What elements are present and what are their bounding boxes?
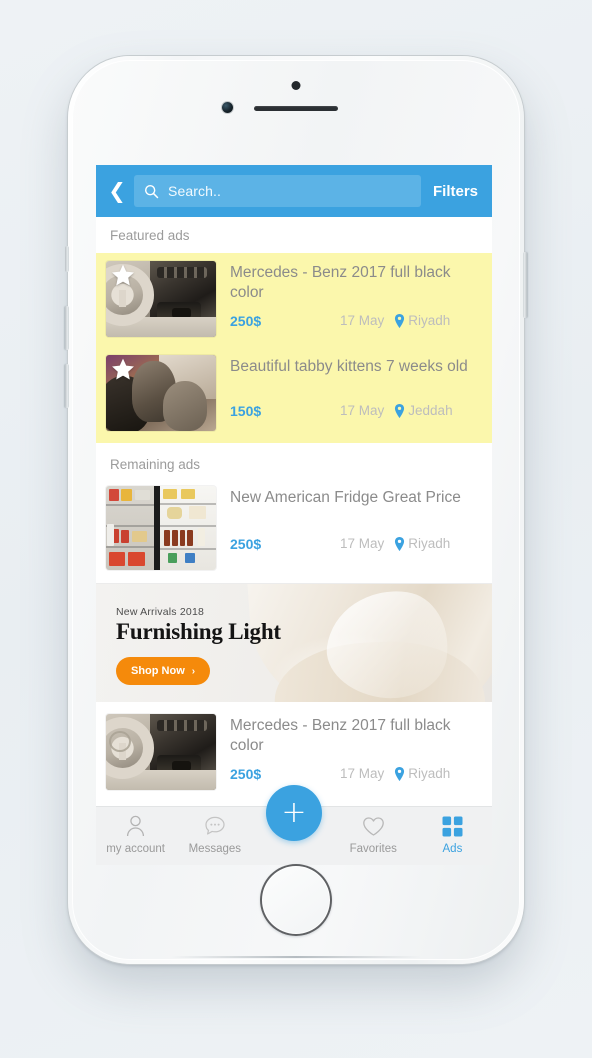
ad-details: Beautiful tabby kittens 7 weeks old 150$… — [216, 355, 480, 419]
tab-label: Messages — [188, 843, 242, 855]
promo-kicker: New Arrivals 2018 — [116, 606, 205, 618]
ad-location-text: Riyadh — [408, 313, 451, 329]
ad-location: Riyadh — [394, 766, 450, 781]
star-badge-icon — [112, 358, 134, 380]
ad-thumbnail-wrapper — [106, 261, 216, 337]
ad-title: New American Fridge Great Price — [230, 489, 461, 506]
ad-price: 150$ — [230, 402, 262, 419]
search-input[interactable]: Search.. — [134, 175, 421, 207]
front-camera — [222, 102, 233, 113]
phone-device-frame: ❮ Search.. Filters Featured ads Mercedes… — [65, 56, 527, 964]
map-pin-icon — [395, 766, 405, 781]
ad-details: New American Fridge Great Price 250$ 17 … — [216, 486, 480, 552]
shop-now-button[interactable]: Shop Now › — [116, 657, 211, 685]
ad-image-mercedes — [106, 714, 216, 790]
ad-meta: 250$ 17 May Riyadh — [230, 313, 480, 329]
map-pin-icon — [395, 403, 405, 418]
tab-center-spacer: + — [254, 785, 333, 841]
ad-price: 250$ — [230, 535, 262, 552]
volume-up-button[interactable] — [65, 306, 69, 350]
tab-messages[interactable]: Messages — [175, 807, 254, 855]
tab-label: Ads — [442, 843, 463, 855]
silent-switch[interactable] — [65, 246, 69, 272]
tab-label: Favorites — [349, 843, 397, 855]
ad-meta: 250$ 17 May Riyadh — [230, 536, 480, 552]
power-button[interactable] — [523, 252, 527, 318]
map-pin-icon — [395, 313, 405, 328]
tab-my-account[interactable]: my account — [96, 807, 175, 855]
filters-button[interactable]: Filters — [433, 183, 478, 200]
ad-image-fridge — [106, 486, 216, 570]
ad-meta: 250$ 17 May Riyadh — [230, 766, 480, 782]
grid-icon — [442, 814, 463, 838]
ad-thumbnail-wrapper — [106, 714, 216, 790]
person-icon — [125, 814, 146, 838]
ad-location: Jeddah — [394, 403, 453, 419]
ad-location: Riyadh — [394, 536, 450, 551]
phone-bottom-edge — [171, 956, 421, 958]
map-pin-icon — [395, 536, 405, 551]
promo-title: Furnishing Light — [116, 619, 281, 644]
list-item[interactable]: Mercedes - Benz 2017 full black color 25… — [96, 702, 492, 800]
heart-icon — [362, 814, 385, 838]
list-item[interactable]: Beautiful tabby kittens 7 weeks old 150$… — [96, 345, 492, 443]
ad-meta: 150$ 17 May Jeddah — [230, 403, 480, 419]
ad-date: 17 May — [340, 313, 385, 329]
ad-title: Mercedes - Benz 2017 full black color — [230, 717, 451, 754]
tab-label: my account — [106, 843, 165, 855]
ad-thumbnail-wrapper — [106, 355, 216, 431]
ad-title: Mercedes - Benz 2017 full black color — [230, 264, 451, 301]
bottom-tab-bar: my account Messages + Favorites Ads — [96, 785, 492, 865]
ad-details: Mercedes - Benz 2017 full black color 25… — [216, 261, 480, 329]
ad-details: Mercedes - Benz 2017 full black color 25… — [216, 714, 480, 782]
ad-price: 250$ — [230, 765, 262, 782]
ad-location: Riyadh — [394, 313, 450, 328]
ad-price: 250$ — [230, 312, 262, 329]
list-item[interactable]: Mercedes - Benz 2017 full black color 25… — [96, 253, 492, 345]
ad-title: Beautiful tabby kittens 7 weeks old — [230, 358, 468, 375]
chat-bubble-icon — [204, 814, 226, 838]
chevron-left-icon[interactable]: ❮ — [106, 176, 128, 206]
list-item[interactable]: New American Fridge Great Price 250$ 17 … — [96, 478, 492, 584]
app-header: ❮ Search.. Filters — [96, 165, 492, 217]
volume-down-button[interactable] — [65, 364, 69, 408]
search-icon — [144, 184, 159, 199]
tab-ads[interactable]: Ads — [413, 807, 492, 855]
phone-screen: ❮ Search.. Filters Featured ads Mercedes… — [96, 165, 492, 865]
promo-banner[interactable]: New Arrivals 2018 Furnishing Light Shop … — [96, 584, 492, 702]
ad-location-text: Riyadh — [408, 536, 451, 552]
chevron-right-icon: › — [191, 665, 196, 677]
ad-location-text: Riyadh — [408, 766, 451, 782]
ad-location-text: Jeddah — [408, 403, 453, 419]
ad-date: 17 May — [340, 403, 385, 419]
tab-favorites[interactable]: Favorites — [334, 807, 413, 855]
promo-text-block: New Arrivals 2018 Furnishing Light Shop … — [116, 606, 281, 685]
ad-date: 17 May — [340, 536, 385, 552]
earpiece-speaker — [254, 106, 338, 111]
ad-thumbnail-wrapper — [106, 486, 216, 570]
proximity-sensor — [291, 81, 301, 90]
section-header-remaining: Remaining ads — [96, 443, 492, 478]
star-badge-icon — [112, 264, 134, 286]
home-button[interactable] — [260, 864, 332, 936]
page-background: ❮ Search.. Filters Featured ads Mercedes… — [0, 0, 592, 1058]
search-placeholder-text: Search.. — [168, 183, 221, 199]
ad-date: 17 May — [340, 766, 385, 782]
shop-now-label: Shop Now — [131, 665, 185, 677]
section-header-featured: Featured ads — [96, 217, 492, 253]
